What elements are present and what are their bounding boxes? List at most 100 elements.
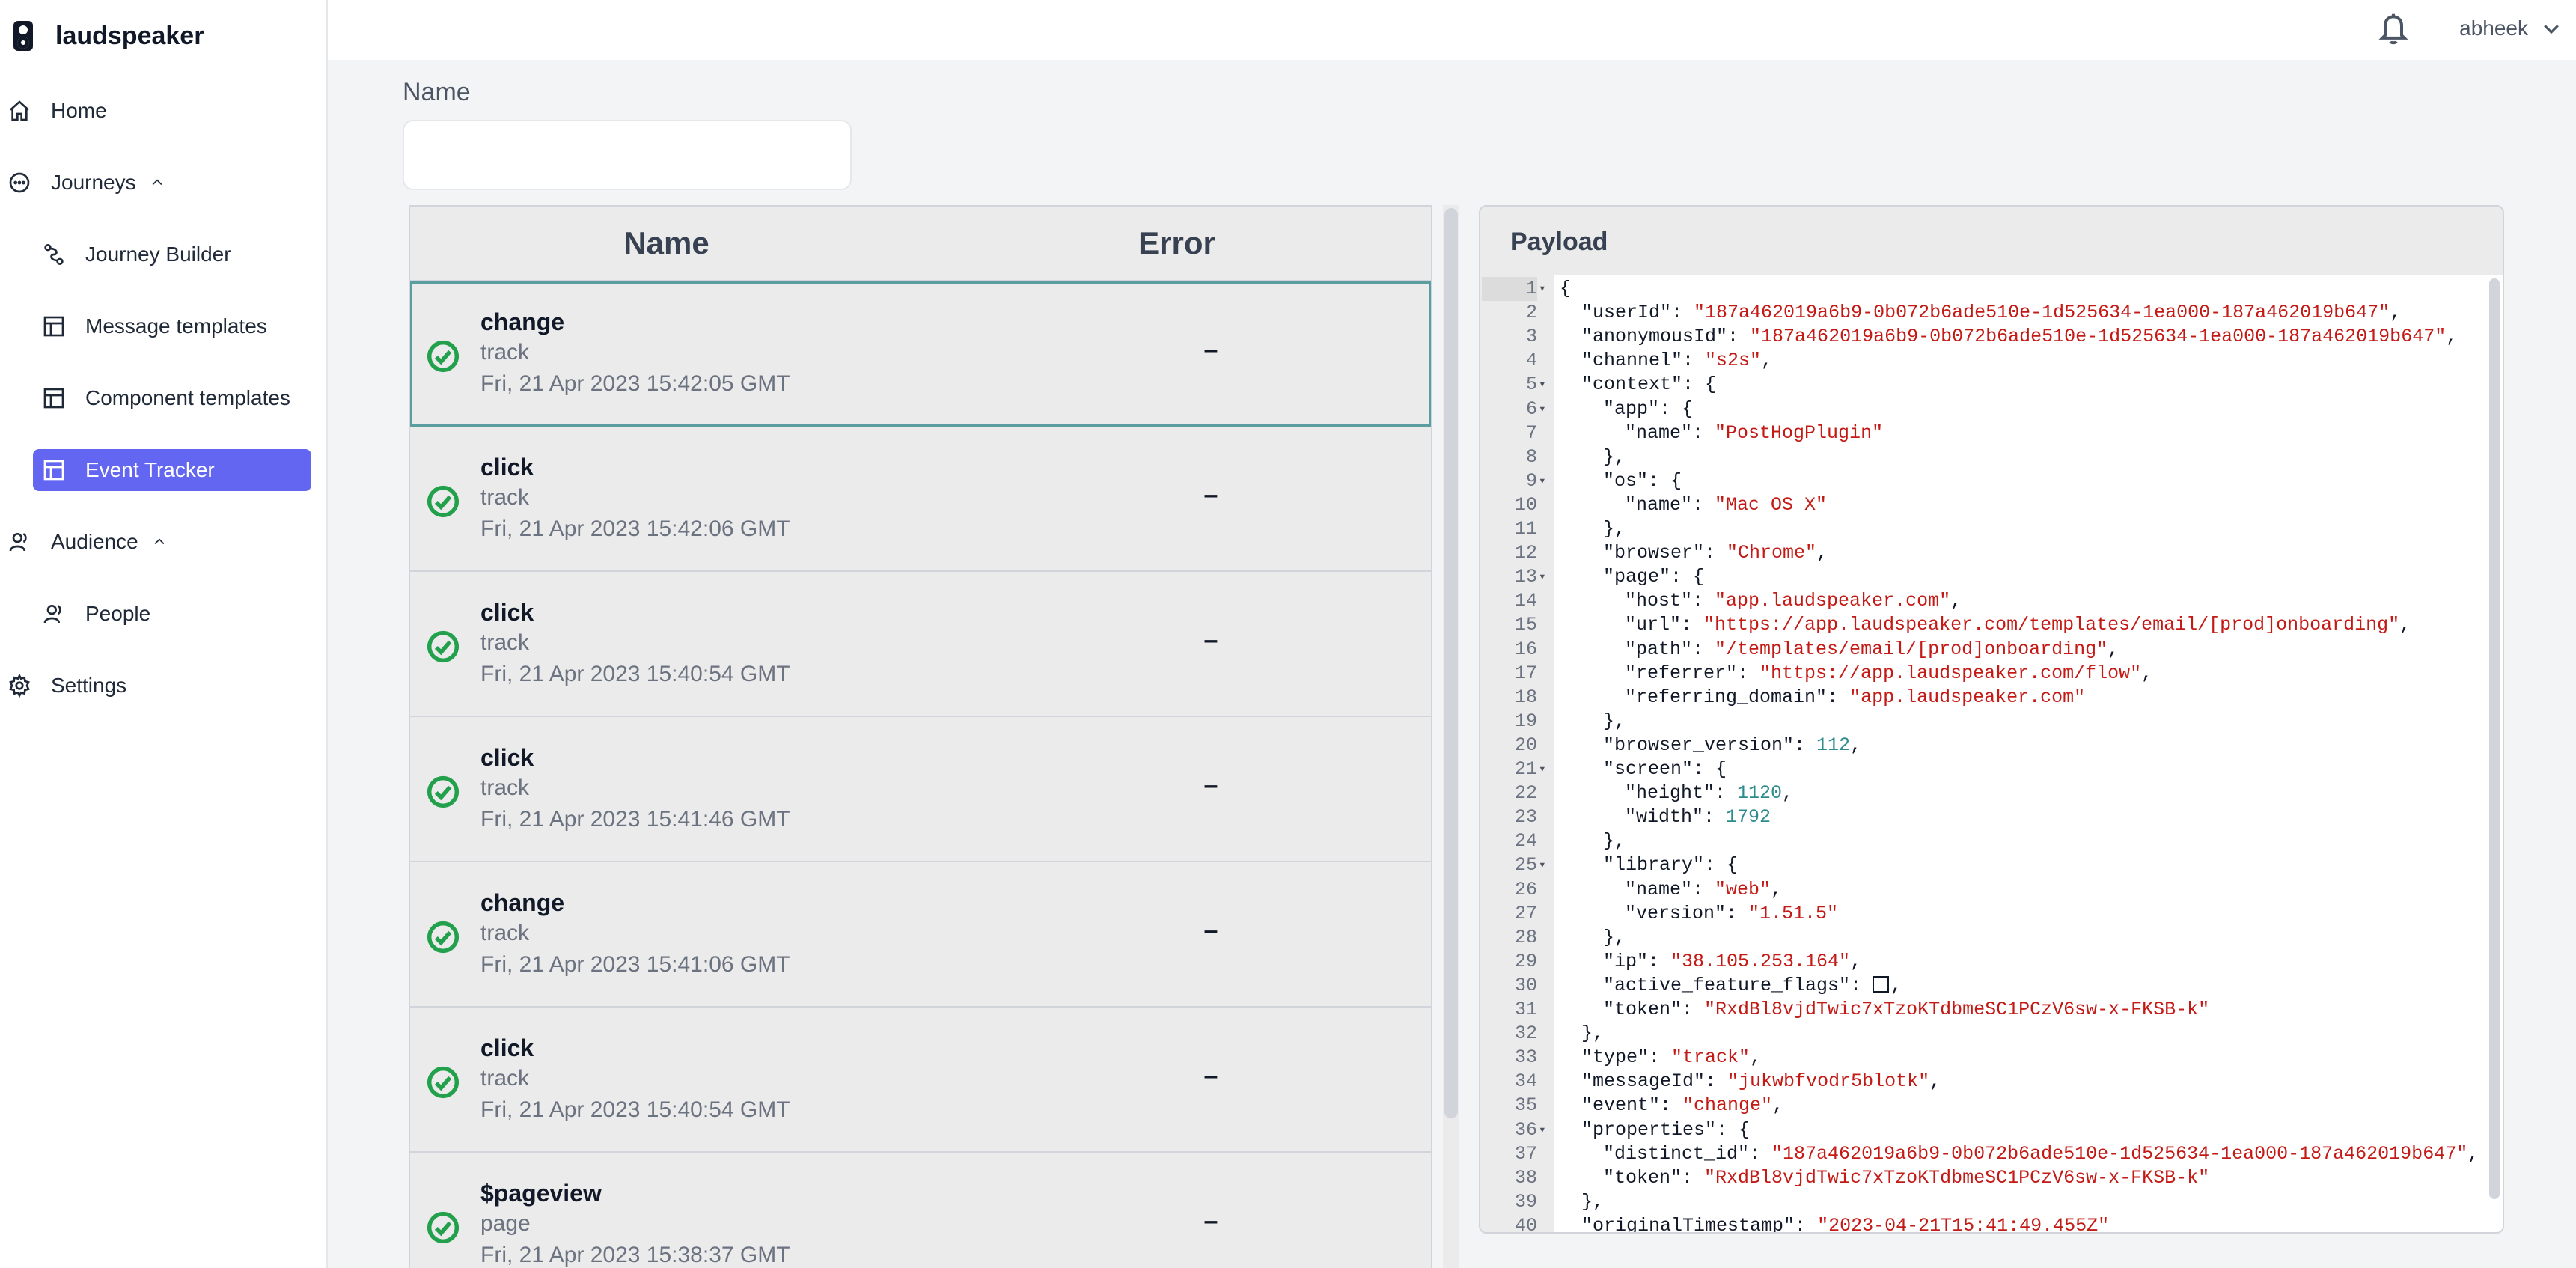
table-row[interactable]: change track Fri, 21 Apr 2023 15:42:05 GMT… bbox=[410, 281, 1431, 427]
sidebar-item-label: Home bbox=[51, 99, 107, 122]
code-line: 1 ▾ { bbox=[1482, 277, 2470, 301]
code-token: "web" bbox=[1715, 878, 1771, 900]
code-token: , bbox=[1782, 782, 1794, 805]
event-timestamp: Fri, 21 Apr 2023 15:38:37 GMT bbox=[480, 1243, 790, 1267]
table-row[interactable]: click track Fri, 21 Apr 2023 15:40:54 GMT – bbox=[410, 572, 1431, 717]
line-number: 14 bbox=[1514, 590, 1537, 612]
fold-arrow-icon[interactable]: ▾ bbox=[1539, 397, 1546, 421]
code-token: "PostHogPlugin" bbox=[1715, 421, 1884, 444]
code-token: "jukwbfvodr5blotk" bbox=[1727, 1070, 1930, 1093]
name-filter-input[interactable] bbox=[403, 120, 852, 190]
user-menu[interactable]: abheek bbox=[2459, 12, 2563, 45]
line-number: 36 bbox=[1514, 1118, 1537, 1141]
code-text: }, bbox=[1603, 445, 1626, 469]
code-line: 34 "messageId": "jukwbfvodr5blotk", bbox=[1482, 1070, 2470, 1094]
sidebar-item-label: Journeys bbox=[51, 171, 136, 194]
sidebar-item-event-tracker[interactable]: Event Tracker bbox=[33, 449, 311, 491]
fold-arrow-icon[interactable]: ▾ bbox=[1539, 469, 1546, 493]
line-number: 7 bbox=[1525, 421, 1537, 444]
table-row[interactable]: click track Fri, 21 Apr 2023 15:42:06 GMT – bbox=[410, 427, 1431, 572]
code-text: "os": { bbox=[1603, 469, 1682, 493]
code-token: "187a462019a6b9-0b072b6ade510e-1d525634-… bbox=[1694, 302, 2390, 324]
payload-json-editor[interactable]: 1 ▾{2 "userId": "187a462019a6b9-0b072b6ade… bbox=[1482, 275, 2503, 1232]
template-icon bbox=[43, 316, 64, 337]
brand[interactable]: laudspeaker bbox=[13, 13, 204, 58]
code-token: , bbox=[2108, 638, 2119, 660]
code-line: 31 "token": "RxdBl8vjdTwic7xTzoKTdbmeSC1P… bbox=[1482, 998, 2470, 1022]
code-token: , bbox=[2446, 326, 2458, 348]
code-token: "name": bbox=[1625, 421, 1715, 444]
line-number: 29 bbox=[1514, 950, 1537, 972]
fold-arrow-icon[interactable]: ▾ bbox=[1539, 853, 1546, 877]
sidebar: laudspeaker Home Journeys Journey Builde… bbox=[0, 0, 328, 1268]
sidebar-item-settings[interactable]: Settings bbox=[7, 665, 307, 707]
events-scrollbar-thumb[interactable] bbox=[1444, 208, 1458, 1118]
line-number: 4 bbox=[1525, 350, 1537, 372]
line-number: 33 bbox=[1514, 1046, 1537, 1069]
table-row[interactable]: change track Fri, 21 Apr 2023 15:41:06 GMT… bbox=[410, 862, 1431, 1008]
fold-arrow-icon[interactable]: ▾ bbox=[1539, 1118, 1546, 1142]
code-line: 6 ▾ "app": { bbox=[1482, 397, 2470, 421]
fold-arrow-icon[interactable]: ▾ bbox=[1539, 277, 1546, 301]
code-line: 30 "active_feature_flags": , bbox=[1482, 974, 2470, 998]
code-line: 21 ▾ "screen": { bbox=[1482, 758, 2470, 781]
sidebar-item-people[interactable]: People bbox=[42, 593, 311, 635]
sidebar-item-message-templates[interactable]: Message templates bbox=[42, 305, 311, 347]
line-number: 19 bbox=[1514, 710, 1537, 732]
sidebar-item-label: Journey Builder bbox=[85, 243, 231, 266]
sidebar-item-component-templates[interactable]: Component templates bbox=[42, 377, 311, 419]
line-number: 18 bbox=[1514, 686, 1537, 708]
code-line: 23 "width": 1792 bbox=[1482, 805, 2470, 829]
line-number: 22 bbox=[1514, 782, 1537, 805]
code-line: 2 "userId": "187a462019a6b9-0b072b6ade510… bbox=[1482, 301, 2470, 325]
sidebar-item-home[interactable]: Home bbox=[7, 90, 307, 132]
code-token: , bbox=[1750, 1046, 1762, 1069]
success-check-icon bbox=[427, 1066, 460, 1099]
table-row[interactable]: $pageview page Fri, 21 Apr 2023 15:38:37 G… bbox=[410, 1153, 1431, 1268]
code-line: 5 ▾ "context": { bbox=[1482, 373, 2470, 397]
code-text: "token": "RxdBl8vjdTwic7xTzoKTdbmeSC1PCz… bbox=[1603, 1166, 2209, 1190]
code-token: 1120 bbox=[1737, 782, 1783, 805]
editor-scrollbar-thumb[interactable] bbox=[2489, 278, 2500, 1199]
payload-title: Payload bbox=[1510, 228, 1608, 256]
code-token: "Mac OS X" bbox=[1715, 493, 1828, 516]
code-token: }, bbox=[1603, 518, 1626, 540]
line-number: 21 bbox=[1514, 758, 1537, 780]
line-number: 40 bbox=[1514, 1214, 1537, 1232]
code-token: , bbox=[2390, 302, 2402, 324]
sidebar-item-audience[interactable]: Audience bbox=[7, 521, 307, 563]
code-token: "os": { bbox=[1603, 469, 1682, 492]
code-text: }, bbox=[1603, 517, 1626, 541]
fold-arrow-icon[interactable]: ▾ bbox=[1539, 373, 1546, 397]
code-token: 1792 bbox=[1726, 806, 1771, 829]
sidebar-item-label: Component templates bbox=[85, 386, 290, 409]
code-line: 19}, bbox=[1482, 710, 2470, 734]
code-line: 37 "distinct_id": "187a462019a6b9-0b072b6… bbox=[1482, 1142, 2479, 1166]
code-line: 11}, bbox=[1482, 517, 2470, 541]
line-number: 39 bbox=[1514, 1190, 1537, 1213]
code-token: }, bbox=[1581, 1190, 1605, 1213]
code-text: "app": { bbox=[1603, 397, 1693, 421]
success-check-icon bbox=[427, 340, 460, 373]
code-text: "page": { bbox=[1603, 565, 1704, 589]
sidebar-item-journey-builder[interactable]: Journey Builder bbox=[42, 234, 311, 275]
code-token: "active_feature_flags": bbox=[1603, 974, 1873, 996]
code-token: "context": { bbox=[1581, 374, 1717, 396]
code-token: "screen": { bbox=[1603, 758, 1727, 780]
code-text: }, bbox=[1603, 710, 1626, 734]
code-token: "change" bbox=[1682, 1094, 1773, 1117]
code-token: "type": bbox=[1581, 1046, 1672, 1069]
code-token: }, bbox=[1603, 445, 1626, 468]
sidebar-item-journeys[interactable]: Journeys bbox=[7, 162, 307, 204]
code-text: "originalTimestamp": "2023-04-21T15:41:4… bbox=[1581, 1214, 2109, 1232]
event-timestamp: Fri, 21 Apr 2023 15:41:06 GMT bbox=[480, 952, 790, 977]
table-row[interactable]: click track Fri, 21 Apr 2023 15:40:54 GMT – bbox=[410, 1008, 1431, 1153]
table-row[interactable]: click track Fri, 21 Apr 2023 15:41:46 GMT – bbox=[410, 717, 1431, 862]
code-token: , bbox=[2141, 662, 2153, 684]
line-number: 26 bbox=[1514, 878, 1537, 900]
fold-arrow-icon[interactable]: ▾ bbox=[1539, 565, 1546, 589]
code-token: "/templates/email/[prod]onboarding" bbox=[1715, 638, 2108, 660]
code-token: , bbox=[1890, 974, 1902, 996]
fold-arrow-icon[interactable]: ▾ bbox=[1539, 758, 1546, 781]
notifications-bell-icon[interactable] bbox=[2377, 10, 2410, 46]
